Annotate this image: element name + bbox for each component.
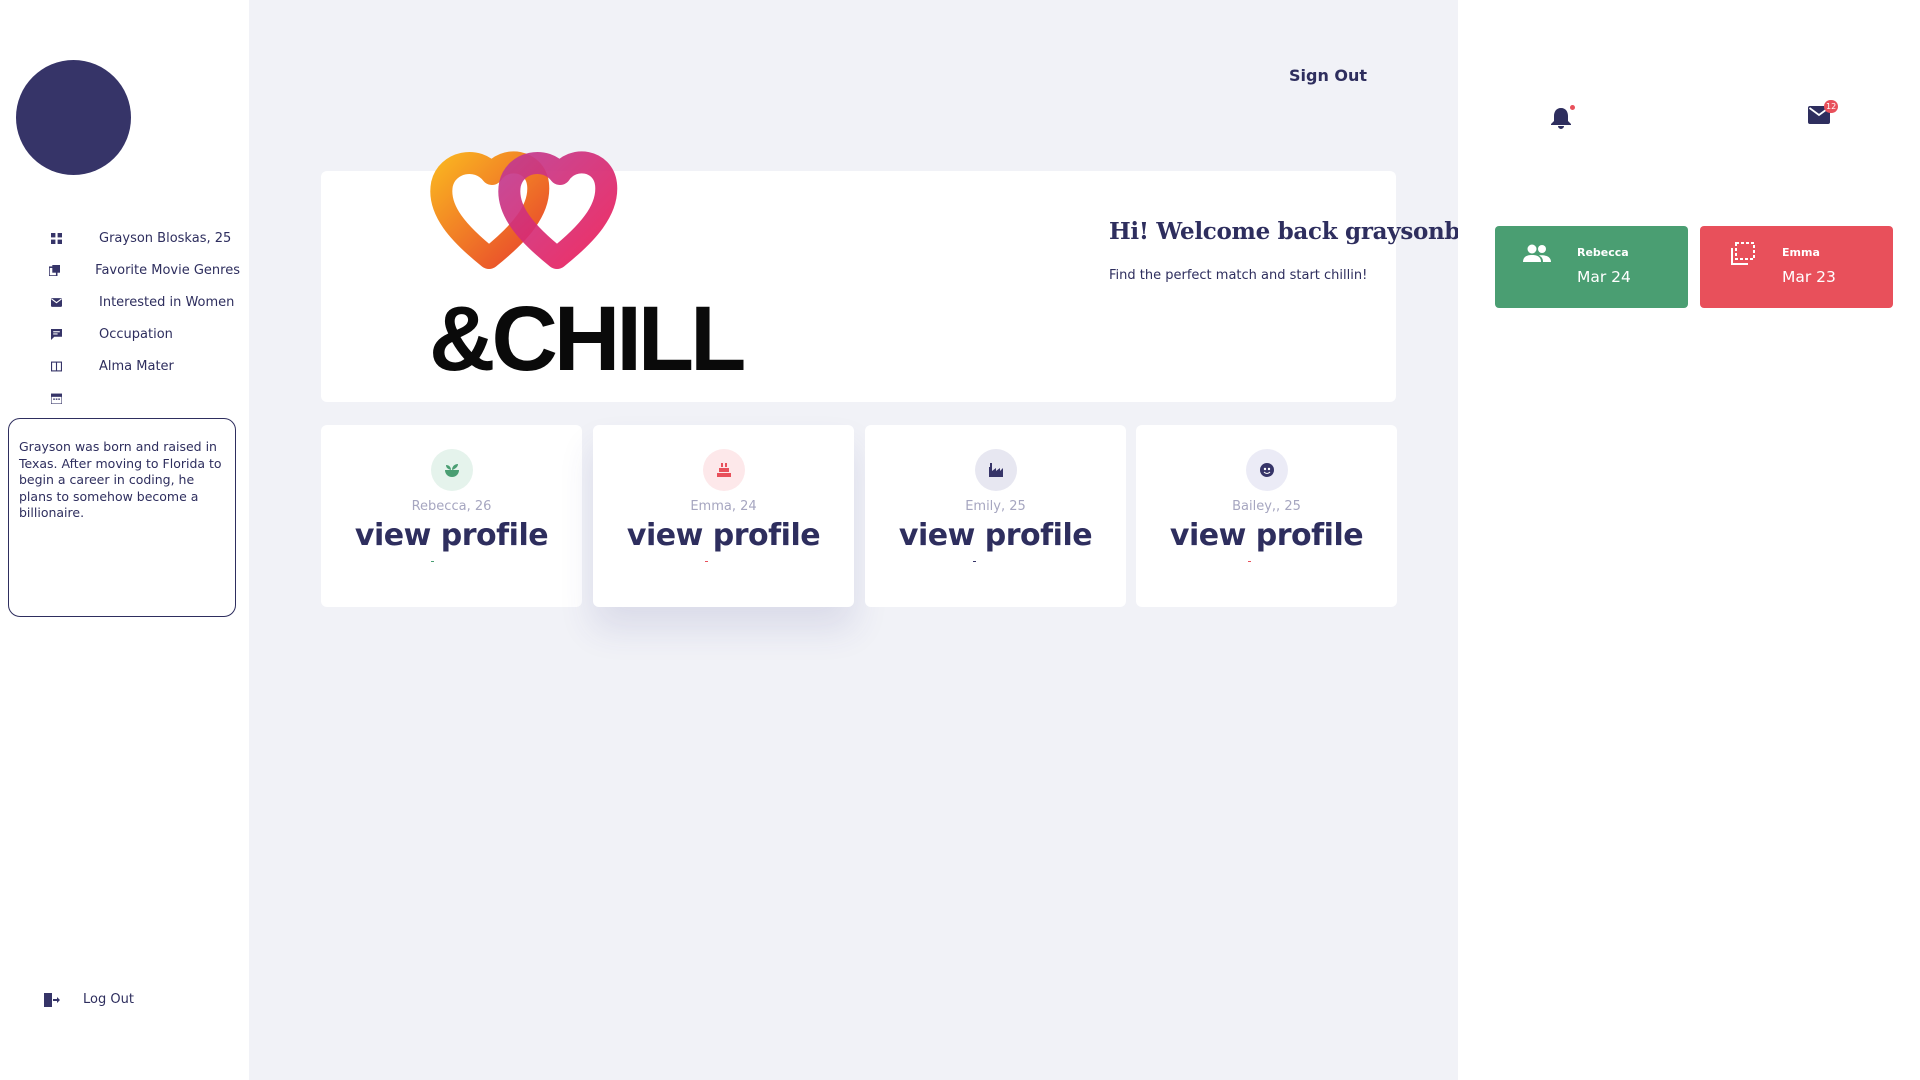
sidebar-item-label: Alma Mater — [99, 358, 174, 374]
view-profile-link[interactable]: view profile — [865, 518, 1126, 553]
sidebar-item-interested-in[interactable]: Interested in Women — [40, 286, 240, 318]
factory-icon — [988, 463, 1003, 477]
profile-icon-wrap — [1245, 449, 1288, 491]
profile-accent-dash — [973, 561, 976, 562]
people-icon — [1523, 242, 1551, 270]
profile-name: Bailey,, 25 — [1232, 499, 1301, 514]
event-card[interactable]: Rebecca Mar 24 — [1495, 226, 1688, 308]
event-name: Emma — [1782, 246, 1820, 259]
profile-accent-dash — [431, 561, 434, 562]
profile-card[interactable]: Emily, 25 view profile — [865, 425, 1126, 607]
dashboard-icon — [44, 232, 68, 244]
logout-label: Log Out — [83, 992, 134, 1007]
book-icon — [44, 361, 68, 372]
sidebar: Grayson Bloskas, 25 Favorite Movie Genre… — [0, 0, 249, 1080]
profile-accent-dash — [1248, 561, 1251, 562]
logout-button[interactable]: Log Out — [44, 992, 134, 1007]
mail-icon — [44, 297, 68, 308]
notification-dot — [1570, 105, 1575, 110]
welcome-subtitle: Find the perfect match and start chillin… — [1109, 268, 1368, 283]
sidebar-item-label: Grayson Bloskas, 25 — [99, 230, 232, 246]
sidebar-item-name-age[interactable]: Grayson Bloskas, 25 — [40, 222, 240, 254]
baking-icon — [716, 463, 731, 477]
profile-icon-wrap — [430, 449, 473, 491]
profile-icon-wrap — [702, 449, 745, 491]
messages-button[interactable]: 12 — [1808, 100, 1839, 128]
profile-card[interactable]: Rebecca, 26 view profile — [321, 425, 582, 607]
sidebar-item-label: Occupation — [99, 326, 173, 342]
sign-out-button[interactable]: Sign Out — [1289, 66, 1367, 85]
event-date: Mar 24 — [1577, 268, 1631, 286]
sidebar-item-alma-mater[interactable]: Alma Mater — [40, 350, 240, 382]
sidebar-item-calendar[interactable] — [40, 382, 240, 414]
selection-icon — [1728, 242, 1756, 270]
chat-icon — [44, 328, 68, 340]
profile-name: Emma, 24 — [690, 499, 757, 514]
view-profile-link[interactable]: view profile — [321, 518, 582, 553]
message-count-badge: 12 — [1824, 100, 1839, 113]
profile-icon-wrap — [974, 449, 1017, 491]
main-content: Sign Out &CHILL Hi! Welcome back grayson… — [249, 0, 1540, 1080]
bio-text: Grayson was born and raised in Texas. Af… — [8, 418, 236, 617]
face-icon — [1259, 463, 1274, 477]
event-name: Rebecca — [1577, 246, 1629, 259]
sidebar-item-movie-genres[interactable]: Favorite Movie Genres — [40, 254, 240, 286]
profile-card[interactable]: Bailey,, 25 view profile — [1136, 425, 1397, 607]
avatar[interactable] — [16, 60, 131, 175]
sidebar-nav: Grayson Bloskas, 25 Favorite Movie Genre… — [40, 222, 240, 414]
profile-name: Rebecca, 26 — [411, 499, 492, 514]
view-profile-link[interactable]: view profile — [593, 518, 854, 553]
profile-card[interactable]: Emma, 24 view profile — [593, 425, 854, 607]
logo-text: &CHILL — [429, 288, 744, 375]
sidebar-item-label: Interested in Women — [99, 294, 235, 310]
profile-accent-dash — [705, 561, 708, 562]
bell-icon — [1551, 108, 1571, 129]
profile-name: Emily, 25 — [965, 499, 1026, 514]
event-card[interactable]: Emma Mar 23 — [1700, 226, 1893, 308]
view-profile-link[interactable]: view profile — [1136, 518, 1397, 553]
event-date: Mar 23 — [1782, 268, 1836, 286]
plant-bowl-icon — [444, 464, 459, 477]
library-icon — [44, 264, 64, 276]
chill-logo: &CHILL — [429, 151, 748, 375]
calendar-icon — [44, 393, 68, 404]
logout-icon — [44, 992, 60, 1007]
notifications-button[interactable] — [1550, 105, 1575, 134]
right-panel: 12 Rebecca Mar 24 Emma Mar 23 — [1458, 0, 1920, 1080]
sidebar-item-occupation[interactable]: Occupation — [40, 318, 240, 350]
sidebar-item-label: Favorite Movie Genres — [95, 262, 240, 278]
